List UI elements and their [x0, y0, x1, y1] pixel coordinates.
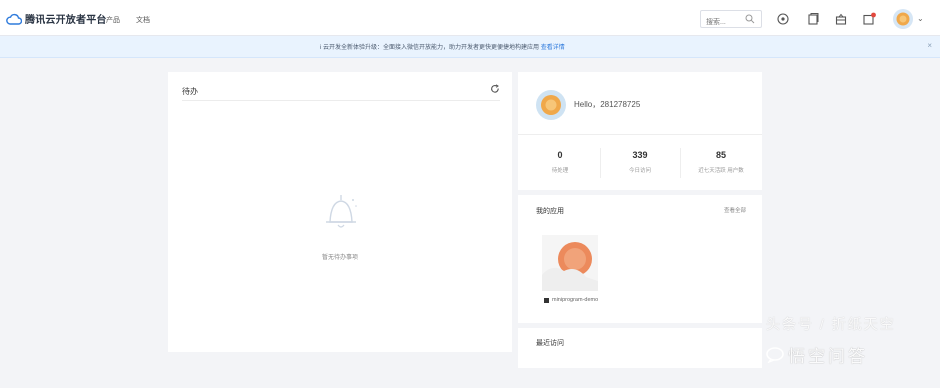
watermark-text: 头条号 / 折纸天空 — [766, 316, 896, 332]
message-icon[interactable] — [862, 12, 876, 26]
document-icon[interactable] — [806, 12, 820, 26]
apps-title: 我的应用 — [536, 208, 564, 215]
app-thumbnail[interactable] — [542, 235, 598, 291]
stat-value: 0 — [557, 150, 563, 160]
close-icon[interactable]: × — [927, 41, 932, 50]
stat-label: 今日访问 — [628, 168, 651, 174]
user-avatar-icon[interactable] — [893, 9, 913, 29]
stat-pending[interactable]: 0 待处理 — [520, 150, 600, 174]
divider — [518, 134, 762, 135]
tasks-panel: 待办 暂无待办事项 — [168, 72, 512, 352]
recent-card: 最近访问 — [518, 328, 762, 368]
nav-item-products[interactable]: 产品 — [106, 15, 120, 25]
app-icon — [544, 297, 549, 303]
notification-icon[interactable] — [776, 12, 790, 26]
user-greeting: Hello，281278725 — [574, 100, 641, 109]
gift-icon[interactable] — [834, 12, 848, 26]
nav-item-docs[interactable]: 文档 — [136, 15, 150, 25]
tasks-title: 待办 — [182, 87, 198, 96]
logo-text: 腾讯云开放者平台 — [25, 15, 107, 26]
stat-label: 近七天活跃 用户数 — [698, 168, 744, 174]
search-box — [700, 10, 762, 31]
user-card: Hello，281278725 0 待处理 339 今日访问 85 近七天活跃 … — [518, 72, 762, 190]
chevron-down-icon[interactable]: ⌄ — [917, 14, 924, 23]
watermark-brand-text: 悟空问答 — [788, 347, 868, 366]
watermark: 头条号 / 折纸天空 悟空问答 — [758, 312, 938, 382]
stat-active-users[interactable]: 85 近七天活跃 用户数 — [681, 150, 761, 174]
top-navbar: 腾讯云开放者平台 产品 文档 ⌄ — [0, 0, 940, 36]
view-all-link[interactable]: 查看全部 — [724, 206, 746, 214]
watermark-brand: 悟空问答 — [766, 342, 868, 367]
stat-visits[interactable]: 339 今日访问 — [600, 150, 680, 174]
logo[interactable]: 腾讯云开放者平台 — [6, 11, 107, 26]
empty-state-text: 暂无待办事项 — [321, 255, 358, 261]
cloud-logo-icon — [6, 13, 22, 25]
avatar[interactable] — [536, 90, 566, 120]
bell-icon — [326, 195, 357, 228]
divider — [182, 100, 500, 101]
stat-label: 待处理 — [551, 168, 569, 174]
notice-bar: i 云开发全新体验升级：全面接入微信开放能力，助力开发者更快更便捷地构建应用 查… — [0, 36, 940, 58]
search-icon[interactable] — [745, 14, 755, 24]
notice-message: i 云开发全新体验升级：全面接入微信开放能力，助力开发者更快更便捷地构建应用 — [320, 45, 540, 51]
app-name: miniprogram-demo — [552, 297, 599, 303]
refresh-icon[interactable] — [490, 84, 500, 94]
stat-value: 85 — [715, 150, 726, 160]
app-item[interactable]: miniprogram-demo — [544, 297, 598, 303]
notice-link[interactable]: 查看详情 — [541, 45, 565, 51]
notice-text: i 云开发全新体验升级：全面接入微信开放能力，助力开发者更快更便捷地构建应用 查… — [320, 42, 565, 51]
search-input[interactable] — [701, 14, 741, 31]
stat-value: 339 — [632, 150, 648, 160]
my-apps-card: 我的应用 查看全部 miniprogram-demo — [518, 195, 762, 323]
chat-bubble-icon — [766, 346, 784, 363]
recent-title: 最近访问 — [536, 340, 564, 347]
